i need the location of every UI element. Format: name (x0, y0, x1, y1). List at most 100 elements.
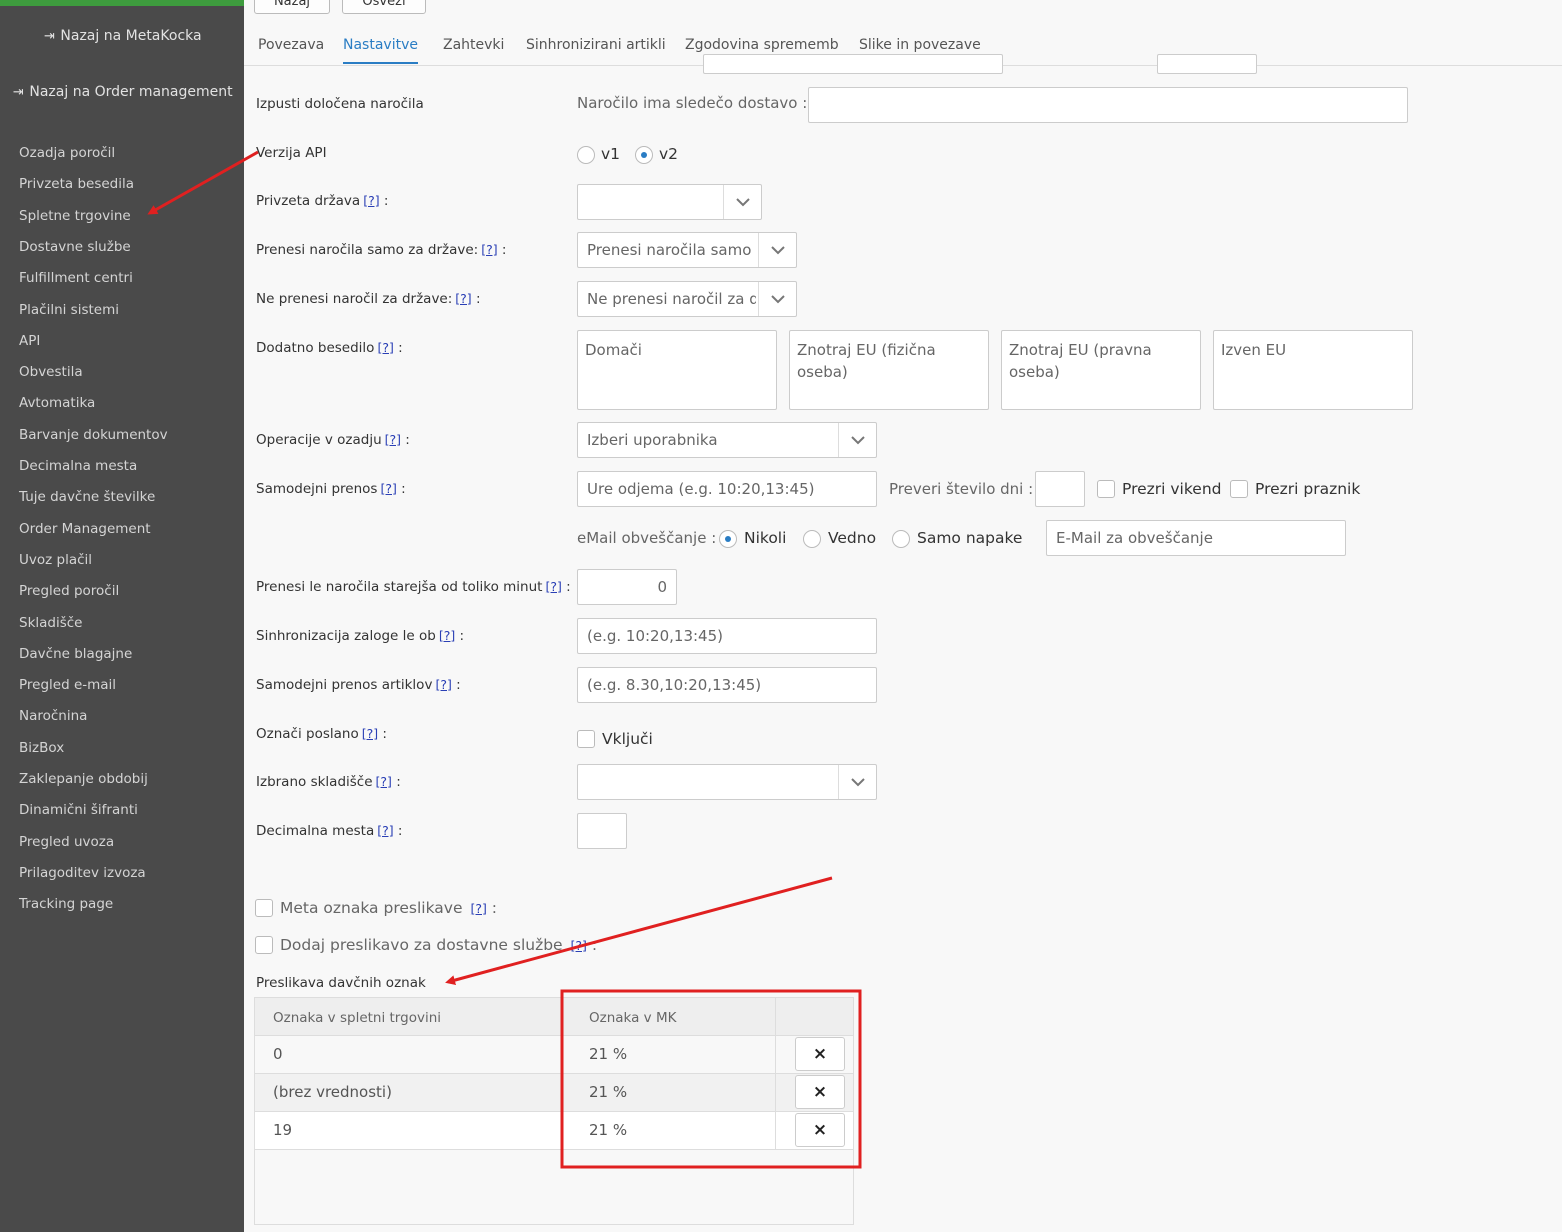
delivery-condition-input[interactable] (808, 87, 1408, 123)
api-v1-radio[interactable] (577, 146, 595, 164)
decimals-input[interactable] (577, 813, 627, 849)
help-link[interactable]: [?] (377, 340, 393, 355)
sidebar-item[interactable]: Decimalna mesta (19, 458, 137, 474)
sidebar-item[interactable]: Order Management (19, 521, 151, 537)
row-mk-tag[interactable]: 21 % (589, 1083, 627, 1101)
partial-input-above[interactable] (703, 54, 1003, 74)
help-link[interactable]: [?] (571, 938, 587, 953)
delete-row-button[interactable]: × (795, 1037, 845, 1071)
sidebar-item[interactable]: Fulfillment centri (19, 270, 133, 286)
background-ops-select[interactable]: Izberi uporabnika (577, 422, 877, 458)
tab-sinhronizirani-artikli[interactable]: Sinhronizirani artikli (526, 37, 666, 53)
table-row: (brez vrednosti) 21 % × (255, 1074, 853, 1112)
extra-text-outside-eu[interactable]: Izven EU (1213, 330, 1413, 410)
sidebar-item[interactable]: BizBox (19, 740, 64, 756)
stock-sync-input[interactable]: (e.g. 10:20,13:45) (577, 618, 877, 654)
extra-text-eu-company[interactable]: Znotraj EU (pravna oseba) (1001, 330, 1201, 410)
tab-zgodovina-sprememb[interactable]: Zgodovina sprememb (685, 37, 839, 53)
sidebar-item[interactable]: Tuje davčne številke (19, 489, 155, 505)
meta-mapping-checkbox[interactable] (255, 899, 273, 917)
extra-text-domestic[interactable]: Domači (577, 330, 777, 410)
row-mk-tag[interactable]: 21 % (589, 1045, 627, 1063)
tab-nastavitve[interactable]: Nastavitve (343, 37, 418, 64)
sign-out-icon: ⇥ (12, 85, 24, 100)
sidebar-item[interactable]: Spletne trgovine (19, 208, 131, 224)
sidebar-item[interactable]: API (19, 333, 40, 349)
mark-sent-checkbox[interactable] (577, 730, 595, 748)
default-country-label: Privzeta država [?] : (256, 193, 389, 209)
back-metakocka-link[interactable]: ⇥ Nazaj na MetaKocka (0, 28, 244, 44)
not-countries-select[interactable]: Ne prenesi naročil za države (577, 281, 797, 317)
sidebar-item[interactable]: Tracking page (19, 896, 113, 912)
sidebar-item[interactable]: Pregled e-mail (19, 677, 116, 693)
sidebar-item[interactable]: Plačilni sistemi (19, 302, 119, 318)
sidebar-item[interactable]: Privzeta besedila (19, 176, 134, 192)
help-link[interactable]: [?] (435, 677, 451, 692)
background-ops-value: Izberi uporabnika (587, 431, 718, 449)
help-link[interactable]: [?] (439, 628, 455, 643)
sidebar-item[interactable]: Dinamični šifranti (19, 802, 138, 818)
email-errors-radio[interactable] (892, 530, 910, 548)
help-link[interactable]: [?] (481, 242, 497, 257)
column-divider (561, 998, 562, 1150)
delete-row-button[interactable]: × (795, 1113, 845, 1147)
sidebar-item[interactable]: Barvanje dokumentov (19, 427, 168, 443)
sidebar-item[interactable]: Skladišče (19, 615, 83, 631)
sidebar-item[interactable]: Obvestila (19, 364, 83, 380)
sidebar-item[interactable]: Pregled poročil (19, 583, 119, 599)
help-link[interactable]: [?] (362, 726, 378, 741)
row-mk-tag[interactable]: 21 % (589, 1121, 627, 1139)
back-order-management-link[interactable]: ⇥ Nazaj na Order management (0, 84, 244, 100)
partial-input-above-2[interactable] (1157, 54, 1257, 74)
notify-email-input[interactable]: E-Mail za obveščanje (1046, 520, 1346, 556)
help-link[interactable]: [?] (455, 291, 471, 306)
row-shop-tag: 19 (273, 1121, 293, 1139)
row-shop-tag: 0 (273, 1045, 283, 1063)
warehouse-select[interactable] (577, 764, 877, 800)
default-country-select[interactable] (577, 184, 762, 220)
older-than-input[interactable]: 0 (577, 569, 677, 605)
delivery-condition-label: Naročilo ima sledečo dostavo : (577, 94, 808, 112)
table-row: 0 21 % × (255, 1036, 853, 1074)
help-link[interactable]: [?] (377, 823, 393, 838)
email-never-radio[interactable] (719, 530, 737, 548)
help-link[interactable]: [?] (385, 432, 401, 447)
help-link[interactable]: [?] (470, 901, 486, 916)
older-than-label: Prenesi le naročila starejša od toliko m… (256, 579, 571, 595)
sidebar-item[interactable]: Dostavne službe (19, 239, 131, 255)
pickup-hours-input[interactable]: Ure odjema (e.g. 10:20,13:45) (577, 471, 877, 507)
help-link[interactable]: [?] (380, 481, 396, 496)
only-countries-select[interactable]: Prenesi naročila samo za države (577, 232, 797, 268)
table-row: 19 21 % × (255, 1112, 853, 1150)
ignore-holiday-checkbox[interactable] (1230, 480, 1248, 498)
help-link[interactable]: [?] (545, 579, 561, 594)
sidebar-item[interactable]: Avtomatika (19, 395, 95, 411)
tab-povezava[interactable]: Povezava (258, 37, 324, 53)
auto-articles-input[interactable]: (e.g. 8.30,10:20,13:45) (577, 667, 877, 703)
ignore-weekend-checkbox[interactable] (1097, 480, 1115, 498)
sidebar-item[interactable]: Davčne blagajne (19, 646, 132, 662)
meta-mapping-label: Meta oznaka preslikave [?] : (280, 899, 497, 917)
sidebar-item[interactable]: Zaklepanje obdobij (19, 771, 148, 787)
sidebar-item[interactable]: Naročnina (19, 708, 87, 724)
check-days-label: Preveri število dni : (889, 480, 1034, 498)
tab-slike-in-povezave[interactable]: Slike in povezave (859, 37, 981, 53)
refresh-button[interactable]: Osveži (342, 0, 426, 14)
check-days-input[interactable] (1035, 471, 1085, 507)
email-always-radio[interactable] (803, 530, 821, 548)
api-v2-radio[interactable] (635, 146, 653, 164)
extra-text-eu-person[interactable]: Znotraj EU (fizična oseba) (789, 330, 989, 410)
decimals-label: Decimalna mesta [?] : (256, 823, 403, 839)
tab-zahtevki[interactable]: Zahtevki (443, 37, 504, 53)
help-link[interactable]: [?] (376, 774, 392, 789)
delivery-mapping-checkbox[interactable] (255, 936, 273, 954)
back-button[interactable]: Nazaj (254, 0, 330, 14)
delete-row-button[interactable]: × (795, 1075, 845, 1109)
chevron-down-icon (838, 423, 876, 457)
sidebar-item[interactable]: Uvoz plačil (19, 552, 92, 568)
help-link[interactable]: [?] (363, 193, 379, 208)
sidebar-item[interactable]: Pregled uvoza (19, 834, 114, 850)
background-ops-label: Operacije v ozadju [?] : (256, 432, 410, 448)
sidebar-item[interactable]: Prilagoditev izvoza (19, 865, 146, 881)
sidebar-item[interactable]: Ozadja poročil (19, 145, 115, 161)
